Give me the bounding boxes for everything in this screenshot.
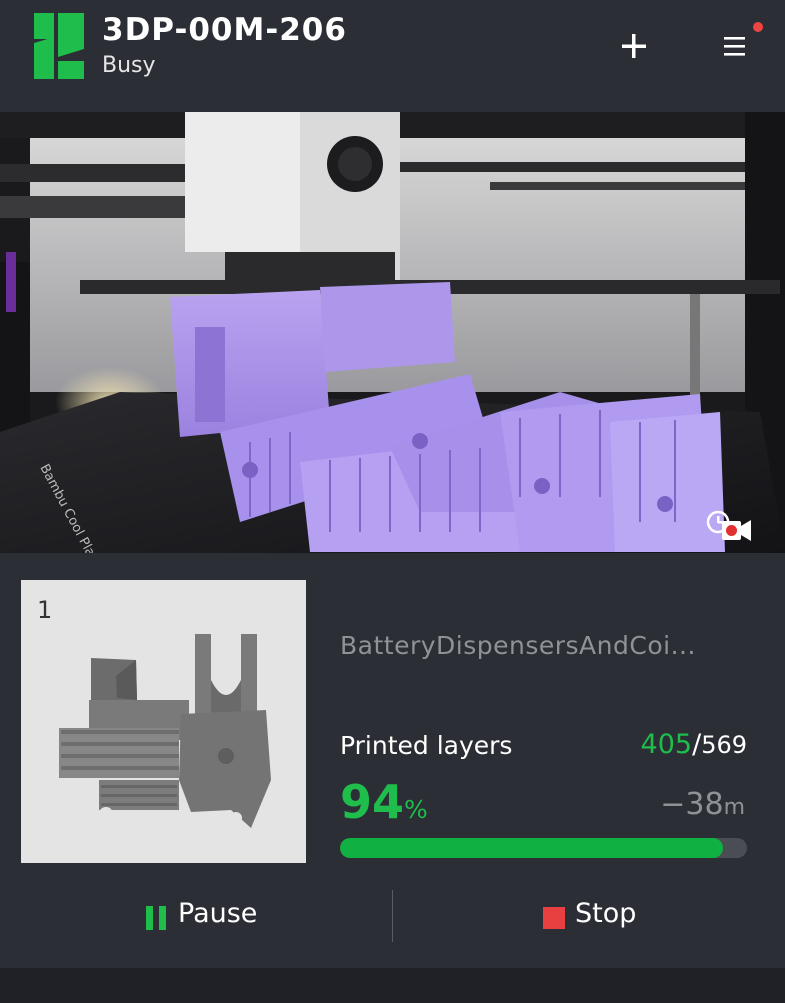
time-remaining: −38m — [660, 787, 745, 822]
printed-layers-label: Printed layers — [340, 731, 513, 760]
layers-count: 405/569 — [641, 729, 747, 760]
stop-icon — [543, 907, 565, 929]
stop-label: Stop — [575, 898, 637, 929]
progress-percent: 94% — [340, 775, 428, 829]
bambu-logo-icon — [34, 13, 84, 79]
plus-icon[interactable] — [617, 28, 651, 64]
layers-current: 405 — [640, 729, 693, 760]
camera-feed[interactable]: Bambu Cool Plate — [0, 112, 785, 553]
stop-button[interactable]: Stop — [530, 888, 680, 942]
camera-record-icon[interactable] — [704, 508, 754, 544]
header: 3DP-00M-206 Busy — [0, 0, 785, 112]
file-name: BatteryDispensersAndCoi... — [340, 631, 696, 660]
printer-status: Busy — [102, 53, 156, 78]
printer-name: 3DP-00M-206 — [102, 12, 347, 48]
camera-scene: Bambu Cool Plate — [0, 112, 785, 553]
percent-sign: % — [404, 795, 428, 824]
progress-bar — [340, 838, 747, 858]
printer-app: 3DP-00M-206 Busy Bambu Cool Plate 1 Batt… — [0, 0, 785, 1003]
notification-dot — [753, 22, 763, 32]
footer-bar — [0, 968, 785, 1003]
plate-thumbnail[interactable]: 1 — [21, 580, 306, 863]
layers-separator: / — [692, 729, 702, 760]
layers-total: 569 — [701, 731, 747, 759]
job-panel: 1 BatteryDispensersAndCoi... Printed lay… — [0, 553, 785, 968]
remaining-value: −38 — [660, 787, 724, 822]
button-divider — [392, 890, 393, 942]
pause-label: Pause — [178, 898, 258, 929]
hamburger-menu-icon[interactable] — [718, 26, 764, 66]
progress-bar-fill — [340, 838, 723, 858]
pause-icon — [146, 906, 166, 930]
percent-value: 94 — [340, 775, 405, 829]
remaining-unit: m — [723, 795, 745, 820]
model-preview-image — [59, 634, 271, 828]
pause-button[interactable]: Pause — [120, 888, 300, 942]
